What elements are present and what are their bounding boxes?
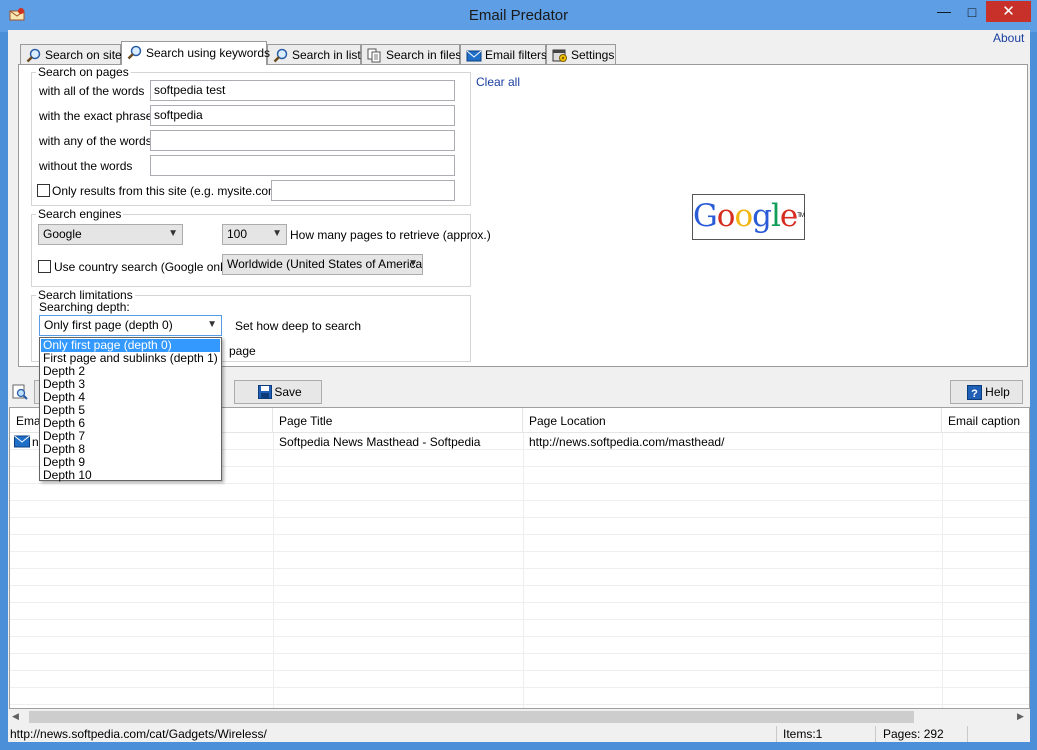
tab-email-filters[interactable]: Email filters [460, 44, 548, 65]
any-words-label: with any of the words [39, 134, 152, 148]
table-row [10, 654, 1029, 671]
all-words-input[interactable]: softpedia test [150, 80, 455, 101]
without-words-input[interactable] [150, 155, 455, 176]
partial-page-label: page [229, 344, 256, 358]
tab-label: Search in files [386, 48, 462, 62]
depth-dropdown-list[interactable]: Only first page (depth 0) First page and… [39, 337, 222, 482]
table-row [10, 671, 1029, 688]
country-search-checkbox[interactable] [38, 260, 51, 273]
magnifier-icon [273, 48, 288, 63]
email-cell: n [32, 435, 39, 449]
help-icon: ? [967, 385, 982, 400]
magnifier-icon [127, 45, 142, 60]
tab-search-in-list[interactable]: Search in list [267, 44, 361, 65]
tab-search-using-keywords[interactable]: Search using keywords [121, 41, 271, 65]
tab-label: Settings [571, 48, 615, 62]
tab-label: Email filters [485, 48, 548, 62]
horizontal-scrollbar[interactable]: ◀ ▶ [9, 709, 1030, 726]
only-site-label: Only results from this site (e.g. mysite… [52, 184, 283, 198]
pages-count-select[interactable]: 100 ▼ [222, 224, 287, 245]
depth-value: Only first page (depth 0) [44, 318, 173, 332]
clear-all-link[interactable]: Clear all [476, 75, 520, 89]
table-row [10, 518, 1029, 535]
scroll-left-icon[interactable]: ◀ [12, 711, 19, 722]
without-words-label: without the words [39, 159, 133, 173]
tab-search-in-files[interactable]: Search in files [361, 44, 462, 65]
chevron-down-icon: ▼ [272, 228, 282, 239]
table-row [10, 535, 1029, 552]
envelope-icon [14, 435, 30, 448]
column-header-page-location[interactable]: Page Location [523, 408, 942, 433]
status-pages: Pages: 292 [883, 727, 944, 741]
search-engines-title: Search engines [36, 207, 124, 221]
depth-select[interactable]: Only first page (depth 0) ▼ [39, 315, 222, 336]
country-search-label: Use country search (Google only) [54, 260, 233, 274]
all-words-label: with all of the words [39, 84, 145, 98]
exact-phrase-label: with the exact phrase [39, 109, 153, 123]
table-row [10, 637, 1029, 654]
status-divider [776, 726, 777, 742]
table-row [10, 484, 1029, 501]
table-row [10, 552, 1029, 569]
tab-search-on-site[interactable]: Search on site [20, 44, 122, 65]
exact-phrase-input[interactable]: softpedia [150, 105, 455, 126]
search-engine-select[interactable]: Google ▼ [38, 224, 183, 245]
searching-depth-label: Searching depth: [39, 300, 130, 314]
column-header-email-caption[interactable]: Email caption [942, 408, 1029, 433]
country-select[interactable]: Worldwide (United States of America) ▼ [222, 254, 423, 275]
table-row [10, 501, 1029, 518]
chevron-down-icon: ▼ [207, 319, 217, 330]
status-bar: http://news.softpedia.com/cat/Gadgets/Wi… [8, 726, 1030, 742]
google-logo: GoogleTM [692, 194, 805, 240]
any-words-input[interactable] [150, 130, 455, 151]
magnifier-icon [26, 48, 41, 63]
status-items: Items:1 [783, 727, 823, 741]
search-on-pages-title: Search on pages [36, 65, 131, 79]
search-engine-value: Google [43, 227, 82, 241]
table-row [10, 603, 1029, 620]
tab-label: Search in list [292, 48, 361, 62]
search-results-icon[interactable] [12, 384, 28, 400]
tab-label: Search on site [45, 48, 122, 62]
scrollbar-thumb[interactable] [29, 711, 914, 723]
pages-count-value: 100 [227, 227, 248, 241]
tab-settings[interactable]: Settings [546, 44, 616, 65]
window-title: Email Predator [468, 7, 569, 24]
help-button[interactable]: ? Help [950, 380, 1023, 404]
minimize-button[interactable]: — [930, 2, 958, 24]
about-link[interactable]: About [993, 31, 1024, 45]
chevron-down-icon: ▼ [168, 228, 178, 239]
only-site-checkbox[interactable] [37, 184, 50, 197]
files-icon [367, 48, 381, 63]
table-row [10, 569, 1029, 586]
save-button[interactable]: Save [234, 380, 322, 404]
page-title-cell: Softpedia News Masthead - Softpedia [279, 435, 481, 449]
column-header-page-title[interactable]: Page Title [273, 408, 523, 433]
svg-text:?: ? [971, 388, 978, 400]
table-row [10, 586, 1029, 603]
tab-label: Search using keywords [146, 46, 271, 60]
pages-count-label: How many pages to retrieve (approx.) [290, 228, 491, 242]
maximize-button[interactable]: □ [958, 2, 986, 24]
settings-icon [552, 49, 567, 62]
close-button[interactable]: ✕ [986, 1, 1031, 22]
envelope-icon [466, 50, 482, 62]
scroll-right-icon[interactable]: ▶ [1017, 711, 1024, 722]
chevron-down-icon: ▼ [408, 258, 418, 269]
page-location-cell: http://news.softpedia.com/masthead/ [529, 435, 725, 449]
country-value: Worldwide (United States of America) [227, 257, 423, 271]
only-site-input[interactable] [271, 180, 455, 201]
floppy-disk-icon [258, 385, 272, 399]
table-row [10, 620, 1029, 637]
status-divider [875, 726, 876, 742]
depth-option[interactable]: Depth 10 [41, 469, 220, 482]
table-row [10, 688, 1029, 705]
status-url: http://news.softpedia.com/cat/Gadgets/Wi… [10, 727, 267, 741]
status-divider [967, 726, 968, 742]
depth-hint-label: Set how deep to search [235, 319, 362, 333]
